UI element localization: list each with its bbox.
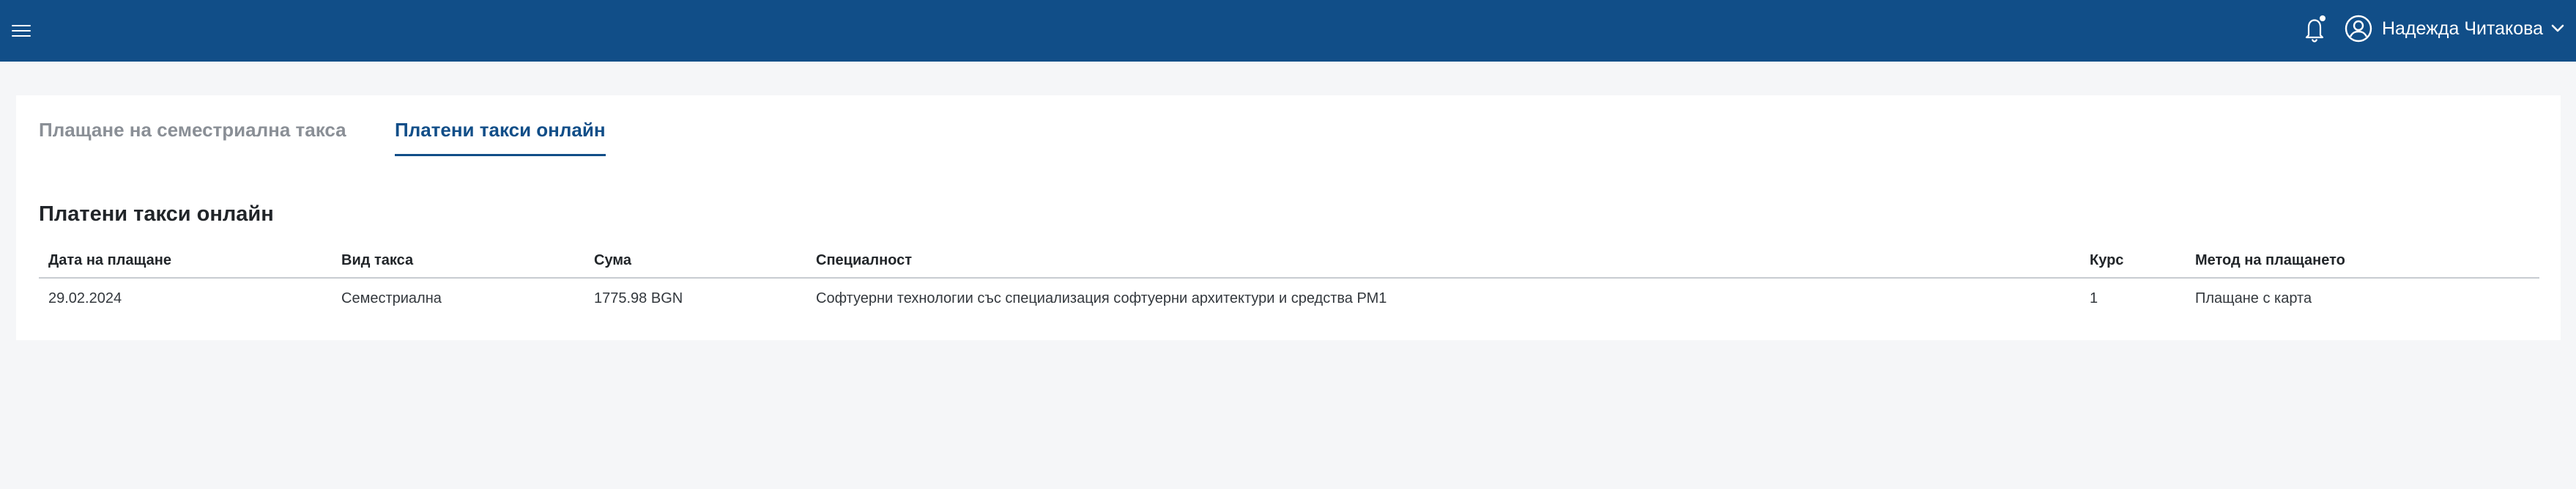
bell-icon[interactable] [2300,13,2329,44]
cell-course: 1 [2090,290,2098,306]
column-header-payment-date: Дата на плащане [48,252,171,268]
chevron-down-icon [2551,24,2564,32]
tab-paid-fees-online[interactable]: Платени такси онлайн [395,119,606,156]
tab-semester-fee-payment[interactable]: Плащане на семестриална такса [39,119,346,156]
active-tab-indicator [395,154,606,156]
column-header-fee-type: Вид такса [341,252,414,268]
top-navbar: Надежда Читакова [0,0,2576,62]
paid-fees-table: Дата на плащане Вид такса Сума Специално… [39,245,2539,321]
user-menu[interactable]: Надежда Читакова [2344,13,2566,44]
cell-amount: 1775.98 BGN [594,290,683,306]
cell-fee-type: Семестриална [341,290,442,306]
user-circle-icon [2345,15,2372,43]
content-card: Плащане на семестриална такса Платени та… [16,95,2561,340]
column-header-payment-method: Метод на плащането [2195,252,2345,268]
cell-specialty: Софтуерни технологии със специализация с… [816,290,1387,306]
column-header-course: Курс [2090,252,2124,268]
tab-label: Платени такси онлайн [395,119,606,141]
section-title: Платени такси онлайн [39,202,274,226]
menu-icon[interactable] [12,21,34,41]
table-header: Дата на плащане Вид такса Сума Специално… [39,245,2539,279]
user-name: Надежда Читакова [2382,18,2544,39]
cell-payment-method: Плащане с карта [2195,290,2312,306]
table-row: 29.02.2024 Семестриална 1775.98 BGN Софт… [39,279,2539,321]
tab-label: Плащане на семестриална такса [39,119,346,141]
cell-payment-date: 29.02.2024 [48,290,122,306]
column-header-amount: Сума [594,252,631,268]
column-header-specialty: Специалност [816,252,913,268]
